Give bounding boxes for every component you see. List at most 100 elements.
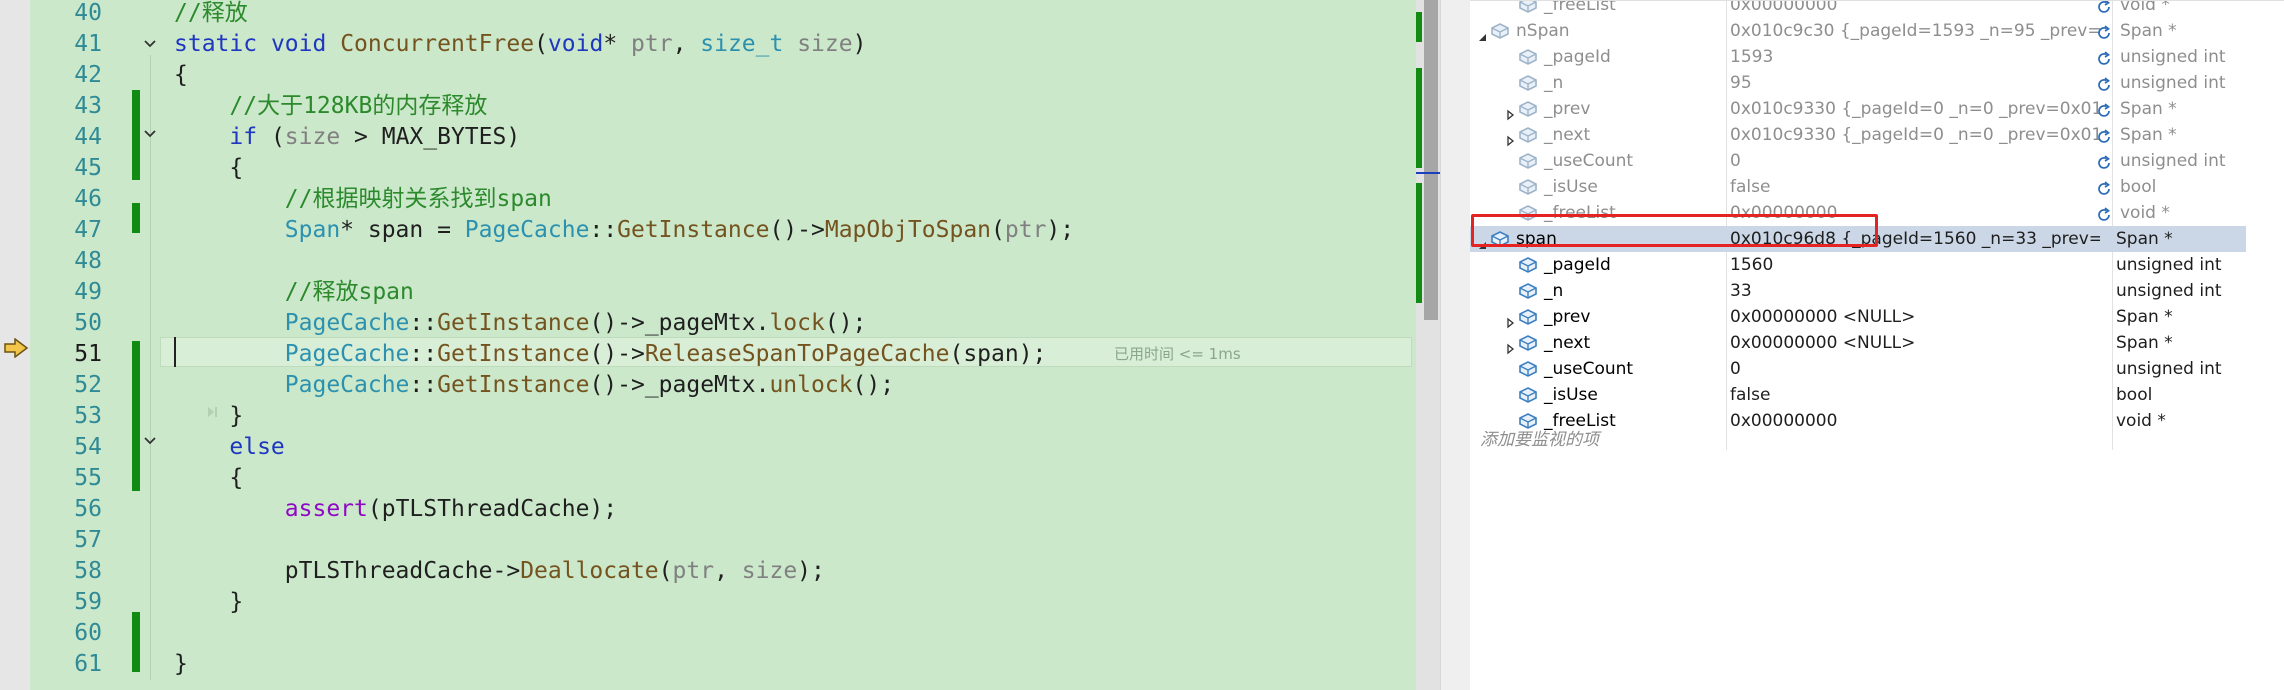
watch-value[interactable]: 0	[1730, 148, 2100, 174]
code-line[interactable]: PageCache::GetInstance()->ReleaseSpanToP…	[174, 339, 1047, 370]
watch-row[interactable]: _n 95 unsigned int	[1470, 70, 2246, 96]
watch-value[interactable]: 0x010c9330 {_pageId=0 _n=0 _prev=0x010..…	[1730, 96, 2100, 122]
watch-row[interactable]: _pageId 1593 unsigned int	[1470, 44, 2246, 70]
scrollbar-change-marker	[1416, 183, 1422, 303]
watch-value[interactable]: 0x00000000	[1730, 0, 2100, 18]
code-token: (	[991, 217, 1005, 243]
watch-value[interactable]: 0x010c9330 {_pageId=0 _n=0 _prev=0x010..…	[1730, 122, 2100, 148]
line-number: 59	[74, 589, 102, 615]
scrollbar-change-marker	[1416, 12, 1422, 42]
watch-row[interactable]: nSpan 0x010c9c30 {_pageId=1593 _n=95 _pre…	[1470, 18, 2246, 44]
watch-value[interactable]: 0x00000000	[1730, 408, 2100, 434]
code-line[interactable]: assert(pTLSThreadCache);	[174, 494, 617, 525]
code-line[interactable]: {	[174, 153, 243, 184]
watch-value[interactable]: 0	[1730, 356, 2100, 382]
scrollbar-change-marker	[1416, 68, 1422, 168]
code-token: size	[284, 124, 341, 150]
watch-window[interactable]: _freeList 0x00000000 void * nSpan 0x010c9c30…	[1470, 0, 2284, 690]
add-watch-item[interactable]: 添加要监视的项	[1480, 425, 1599, 450]
code-line[interactable]: //大于128KB的内存释放	[174, 91, 487, 122]
watch-value[interactable]: 0x010c9c30 {_pageId=1593 _n=95 _prev=0..…	[1730, 18, 2100, 44]
watch-name-cell: nSpan	[1470, 18, 1726, 44]
watch-row[interactable]: _isUse false bool	[1470, 174, 2246, 200]
code-line[interactable]: PageCache::GetInstance()->_pageMtx.unloc…	[174, 370, 894, 401]
code-token: GetInstance	[617, 217, 770, 243]
refresh-icon[interactable]	[2096, 205, 2112, 221]
watch-row[interactable]: _isUse false bool	[1470, 382, 2246, 408]
code-line[interactable]: //释放span	[174, 277, 414, 308]
watch-name: _prev	[1544, 99, 1591, 119]
code-line[interactable]: {	[174, 60, 188, 91]
code-line[interactable]: PageCache::GetInstance()->_pageMtx.lock(…	[174, 308, 867, 339]
code-token: );	[1046, 217, 1075, 243]
collapsed-triangle-icon[interactable]	[1504, 311, 1516, 329]
code-line[interactable]: Span* span = PageCache::GetInstance()->M…	[174, 215, 1074, 246]
chevron-down-icon[interactable]	[143, 37, 157, 51]
refresh-icon[interactable]	[2096, 179, 2112, 195]
code-line[interactable]: //根据映射关系找到span	[174, 184, 552, 215]
watch-row[interactable]: _useCount 0 unsigned int	[1470, 148, 2246, 174]
collapsed-triangle-icon[interactable]	[1504, 103, 1516, 121]
watch-value[interactable]: 0x00000000 <NULL>	[1730, 304, 2100, 330]
code-line[interactable]: }	[174, 649, 188, 680]
code-line[interactable]: if (size > MAX_BYTES)	[174, 122, 520, 153]
refresh-icon[interactable]	[2096, 153, 2112, 169]
chevron-down-icon[interactable]	[143, 434, 157, 448]
code-token: ::	[589, 217, 618, 243]
collapsed-triangle-icon[interactable]	[1504, 337, 1516, 355]
watch-type: void *	[2120, 203, 2170, 223]
code-line[interactable]: pTLSThreadCache->Deallocate(ptr, size);	[174, 556, 825, 587]
pane-splitter[interactable]	[1440, 0, 1470, 690]
code-token: * span =	[340, 217, 465, 243]
code-line[interactable]: static void ConcurrentFree(void* ptr, si…	[174, 29, 866, 60]
watch-row[interactable]: _next 0x00000000 <NULL> Span *	[1470, 330, 2246, 356]
refresh-icon[interactable]	[2096, 127, 2112, 143]
text-caret	[174, 337, 176, 367]
change-marker	[132, 203, 140, 233]
watch-row[interactable]: _next 0x010c9330 {_pageId=0 _n=0 _prev=0x…	[1470, 122, 2246, 148]
field-icon	[1518, 48, 1538, 66]
code-line[interactable]: else	[174, 432, 284, 463]
watch-row[interactable]: _prev 0x010c9330 {_pageId=0 _n=0 _prev=0x…	[1470, 96, 2246, 122]
refresh-icon[interactable]	[2096, 49, 2112, 65]
code-token: lock	[769, 310, 825, 336]
code-editor[interactable]: 40//释放 41 static void ConcurrentFree(void*…	[0, 0, 1440, 690]
watch-value[interactable]: 95	[1730, 70, 2100, 96]
watch-row[interactable]: _useCount 0 unsigned int	[1470, 356, 2246, 382]
code-token: ReleaseSpanToPageCache	[644, 341, 950, 367]
watch-value[interactable]: 33	[1730, 278, 2100, 304]
watch-row[interactable]: _freeList 0x00000000 void *	[1470, 0, 2246, 18]
run-to-click-icon[interactable]	[204, 404, 220, 424]
watch-value[interactable]: 1593	[1730, 44, 2100, 70]
refresh-icon[interactable]	[2096, 75, 2112, 91]
watch-value[interactable]: false	[1730, 382, 2100, 408]
code-line[interactable]: }	[174, 587, 243, 618]
watch-row[interactable]: _pageId 1560 unsigned int	[1470, 252, 2246, 278]
collapsed-triangle-icon[interactable]	[1504, 129, 1516, 147]
code-line[interactable]: {	[174, 463, 243, 494]
chevron-down-icon[interactable]	[143, 127, 157, 141]
watch-type: bool	[2116, 385, 2153, 405]
field-icon	[1518, 100, 1538, 118]
watch-value[interactable]: false	[1730, 174, 2100, 200]
watch-name-cell: _useCount	[1470, 356, 1726, 382]
code-token: GetInstance	[437, 341, 590, 367]
watch-name-cell: _pageId	[1470, 252, 1726, 278]
refresh-icon[interactable]	[2096, 0, 2112, 13]
watch-name-cell: _isUse	[1470, 382, 1726, 408]
watch-value[interactable]: 0x00000000 <NULL>	[1730, 330, 2100, 356]
refresh-icon[interactable]	[2096, 23, 2112, 39]
editor-scroll-thumb[interactable]	[1424, 0, 1438, 320]
watch-name-cell: _next	[1470, 330, 1726, 356]
code-line[interactable]: //释放	[174, 0, 248, 29]
watch-row[interactable]: _prev 0x00000000 <NULL> Span *	[1470, 304, 2246, 330]
expanded-triangle-icon[interactable]	[1476, 25, 1488, 41]
refresh-icon[interactable]	[2096, 101, 2112, 117]
watch-row[interactable]: _n 33 unsigned int	[1470, 278, 2246, 304]
watch-value[interactable]: 1560	[1730, 252, 2100, 278]
code-token: )	[852, 31, 867, 57]
